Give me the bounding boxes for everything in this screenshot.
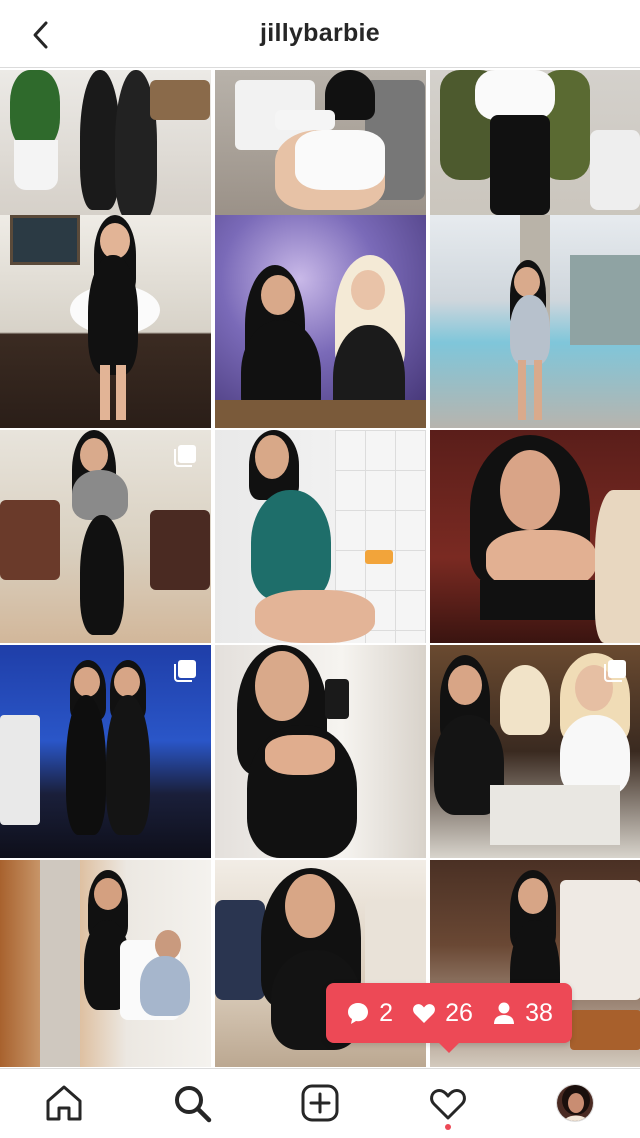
post-thumbnail[interactable]: [215, 215, 426, 428]
home-icon: [46, 1085, 82, 1121]
photo-grid: [0, 70, 640, 1067]
person-icon: [494, 1002, 515, 1024]
post-thumbnail[interactable]: [215, 430, 426, 643]
profile-username: jillybarbie: [259, 19, 380, 47]
tab-home[interactable]: [44, 1083, 84, 1123]
heart-icon: [413, 1004, 436, 1023]
tab-new-post[interactable]: [300, 1083, 340, 1123]
top-bar: jillybarbie: [0, 0, 640, 68]
new-post-icon: [301, 1084, 339, 1122]
activity-notification-dot: [445, 1124, 451, 1130]
post-thumbnail[interactable]: [430, 645, 640, 858]
tab-profile-avatar[interactable]: [556, 1084, 594, 1122]
carousel-icon: [174, 660, 196, 682]
post-thumbnail[interactable]: [0, 860, 211, 1067]
likes-count-value: 26: [445, 998, 473, 1027]
bottom-tab-bar: [0, 1068, 640, 1138]
post-thumbnail[interactable]: [430, 215, 640, 428]
carousel-icon: [174, 445, 196, 467]
follows-count-value: 38: [525, 998, 553, 1027]
post-thumbnail[interactable]: [215, 645, 426, 858]
post-thumbnail[interactable]: [0, 430, 211, 643]
tab-search[interactable]: [172, 1083, 212, 1123]
activity-icon: [430, 1089, 466, 1120]
comments-count: 2: [345, 999, 393, 1028]
comment-icon: [348, 1003, 369, 1024]
likes-count: 26: [411, 999, 473, 1028]
post-thumbnail[interactable]: [430, 430, 640, 643]
post-thumbnail[interactable]: [0, 215, 211, 428]
carousel-icon: [604, 660, 626, 682]
tab-activity[interactable]: [428, 1083, 468, 1123]
activity-notification-popup[interactable]: 2 26 38: [326, 983, 572, 1053]
comments-count-value: 2: [379, 998, 393, 1027]
follows-count: 38: [491, 999, 553, 1028]
post-thumbnail[interactable]: [0, 645, 211, 858]
search-icon: [175, 1086, 212, 1123]
